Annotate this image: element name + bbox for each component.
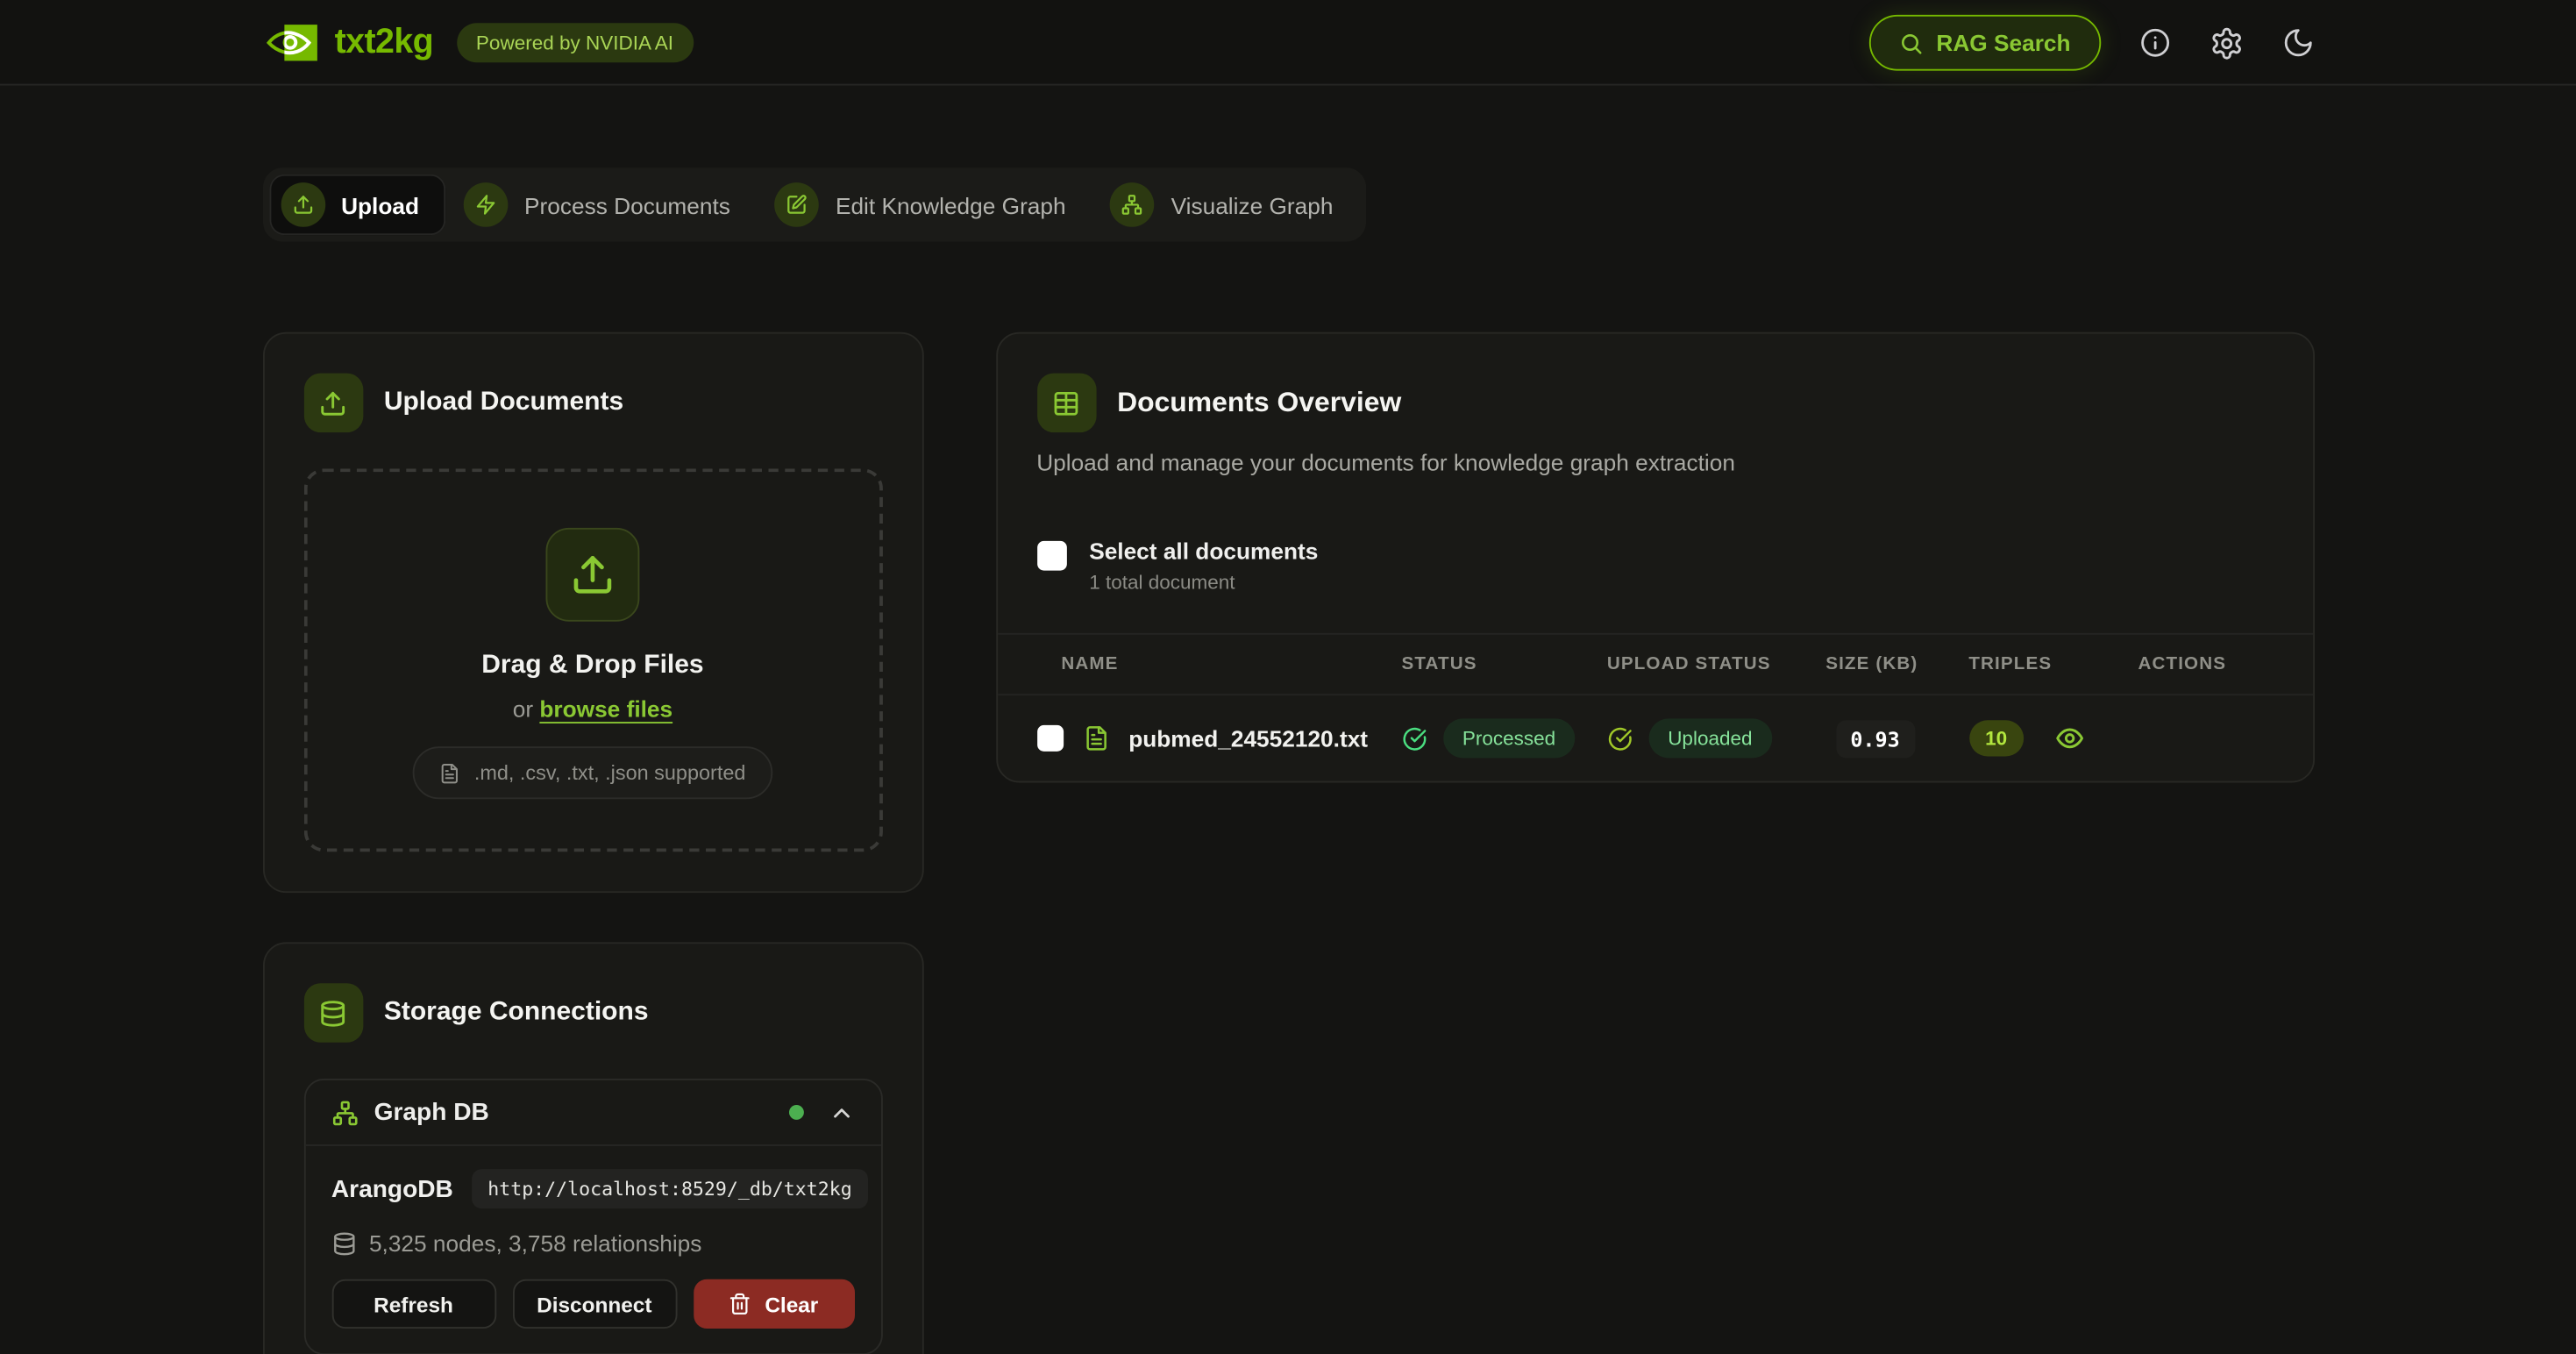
card-subtitle: Upload and manage your documents for kno… — [1036, 449, 2273, 475]
graph-db-details: ArangoDB http://localhost:8529/_db/txt2k… — [305, 1144, 880, 1353]
documents-table-header: NAME STATUS UPLOAD STATUS SIZE (KB) TRIP… — [997, 633, 2312, 694]
header-actions: RAG Search — [1868, 15, 2314, 71]
database-icon — [303, 983, 363, 1043]
check-circle-icon — [1607, 726, 1632, 751]
browse-files-link[interactable]: browse files — [539, 695, 672, 722]
search-icon — [1898, 31, 1923, 55]
edit-icon — [775, 182, 820, 227]
powered-by-badge: Powered by NVIDIA AI — [456, 23, 693, 62]
info-button[interactable] — [2138, 26, 2171, 60]
total-documents-label: 1 total document — [1089, 571, 1318, 594]
card-title: Storage Connections — [384, 998, 649, 1028]
chevron-up-icon[interactable] — [828, 1099, 854, 1125]
network-icon — [331, 1099, 358, 1125]
left-column: Upload Documents Drag & Drop Files or br… — [262, 332, 923, 1354]
database-icon — [331, 1230, 356, 1255]
app-root: txt2kg Powered by NVIDIA AI RAG Search — [0, 0, 2576, 1354]
table-row: pubmed_24552120.txt Processed Uploaded — [997, 694, 2312, 780]
select-all-checkbox[interactable] — [1036, 541, 1066, 571]
card-title: Documents Overview — [1117, 387, 1401, 420]
upload-icon — [281, 182, 325, 227]
upload-status-badge: Uploaded — [1648, 718, 1772, 758]
upload-documents-card: Upload Documents Drag & Drop Files or br… — [262, 332, 923, 893]
disconnect-button[interactable]: Disconnect — [512, 1279, 677, 1329]
zap-icon — [464, 182, 509, 227]
file-dropzone[interactable]: Drag & Drop Files or browse files .md, .… — [303, 468, 882, 852]
network-icon — [1110, 182, 1155, 227]
tab-visualize-graph[interactable]: Visualize Graph — [1099, 175, 1359, 235]
rag-search-button[interactable]: RAG Search — [1868, 15, 2100, 71]
file-icon — [439, 762, 460, 783]
db-stats: 5,325 nodes, 3,758 relationships — [369, 1230, 701, 1257]
select-all-label: Select all documents — [1089, 538, 1318, 564]
file-text-icon — [1083, 725, 1109, 752]
size-value: 0.93 — [1835, 719, 1914, 757]
dropzone-title: Drag & Drop Files — [339, 652, 846, 681]
view-document-button[interactable] — [2054, 723, 2084, 753]
table-icon — [1036, 374, 1096, 433]
upload-icon — [303, 374, 363, 433]
eye-icon — [2054, 723, 2084, 753]
clear-button[interactable]: Clear — [693, 1279, 854, 1329]
moon-icon — [2281, 26, 2315, 60]
info-icon — [2138, 26, 2171, 60]
select-all-row: Select all documents 1 total document — [1036, 538, 2273, 594]
row-checkbox[interactable] — [1036, 725, 1063, 752]
connected-status-dot — [788, 1105, 803, 1120]
graph-db-panel: Graph DB ArangoDB http://lo — [303, 1079, 882, 1354]
card-title: Upload Documents — [384, 388, 623, 418]
db-connection-url: http://localhost:8529/_db/txt2kg — [472, 1169, 869, 1208]
upload-icon — [546, 528, 640, 622]
status-badge: Processed — [1442, 718, 1575, 758]
tab-upload[interactable]: Upload — [269, 175, 445, 235]
triples-badge: 10 — [1968, 720, 2024, 756]
brand: txt2kg Powered by NVIDIA AI — [262, 23, 693, 62]
main-tabbar: Upload Process Documents Edit Knowledge … — [262, 167, 1366, 241]
storage-connections-card: Storage Connections Graph DB — [262, 942, 923, 1354]
check-circle-icon — [1401, 726, 1426, 751]
nvidia-logo-icon — [262, 23, 318, 62]
refresh-button[interactable]: Refresh — [331, 1279, 496, 1329]
graph-db-label: Graph DB — [374, 1099, 489, 1127]
theme-toggle-button[interactable] — [2281, 26, 2315, 60]
db-provider-name: ArangoDB — [331, 1175, 453, 1203]
dropzone-subtext: or browse files — [339, 695, 846, 722]
gear-icon — [2209, 25, 2243, 60]
document-name: pubmed_24552120.txt — [1128, 725, 1368, 752]
app-title: txt2kg — [335, 23, 434, 62]
top-navbar: txt2kg Powered by NVIDIA AI RAG Search — [0, 0, 2576, 86]
trash-icon — [729, 1293, 751, 1315]
graph-db-header[interactable]: Graph DB — [305, 1080, 880, 1144]
tab-edit-knowledge-graph[interactable]: Edit Knowledge Graph — [763, 175, 1092, 235]
settings-button[interactable] — [2209, 25, 2243, 60]
documents-overview-card: Documents Overview Upload and manage you… — [995, 332, 2314, 783]
supported-formats-pill: .md, .csv, .txt, .json supported — [413, 746, 772, 799]
tab-process-documents[interactable]: Process Documents — [452, 175, 757, 235]
